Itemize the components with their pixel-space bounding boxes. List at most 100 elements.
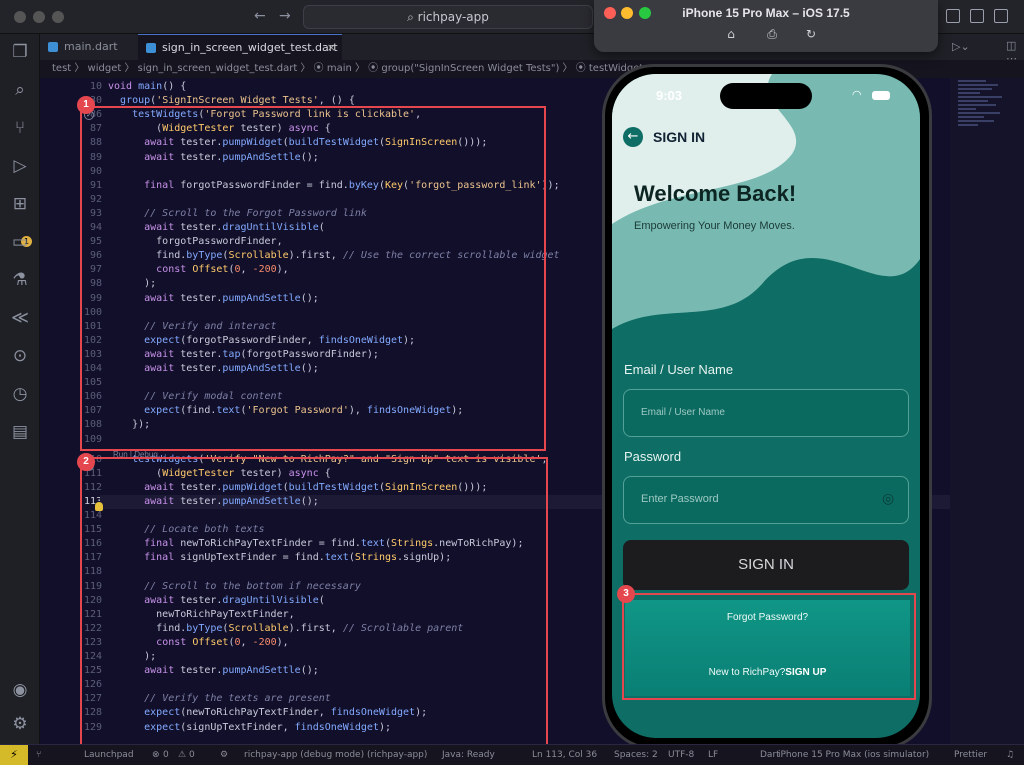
- code-line[interactable]: // Scroll to the bottom if necessary: [108, 580, 361, 594]
- tab-sign-in-test[interactable]: sign_in_screen_widget_test.dart ×: [138, 34, 342, 60]
- sign-up-link[interactable]: SIGN UP: [785, 667, 826, 678]
- home-icon[interactable]: ⌂: [724, 28, 738, 40]
- code-line[interactable]: await tester.pumpAndSettle();: [108, 664, 319, 678]
- testing-icon[interactable]: ⚗: [10, 270, 30, 290]
- zoom-window-button[interactable]: [52, 11, 64, 23]
- sign-in-button[interactable]: SIGN IN: [623, 540, 909, 590]
- rotate-icon[interactable]: ↻: [804, 28, 818, 40]
- command-center-search[interactable]: ⌕ richpay-app: [303, 5, 593, 29]
- code-line[interactable]: await tester.tap(forgotPasswordFinder);: [108, 348, 379, 362]
- code-line[interactable]: void main() {: [108, 80, 186, 94]
- code-line[interactable]: await tester.pumpAndSettle();: [108, 362, 319, 376]
- code-line[interactable]: expect(forgotPasswordFinder, findsOneWid…: [108, 334, 415, 348]
- timeline-icon[interactable]: ◷: [10, 384, 30, 404]
- code-line[interactable]: forgotPasswordFinder,: [108, 235, 282, 249]
- code-line[interactable]: final forgotPasswordFinder = find.byKey(…: [108, 179, 559, 193]
- code-line[interactable]: await tester.dragUntilVisible(: [108, 594, 325, 608]
- tab-label: main.dart: [64, 40, 118, 53]
- line-number: 119: [83, 580, 102, 592]
- code-line[interactable]: testWidgets('Forgot Password link is cli…: [108, 108, 421, 122]
- folder-icon[interactable]: ▤: [10, 422, 30, 442]
- code-line[interactable]: newToRichPayTextFinder,: [108, 608, 294, 622]
- code-line[interactable]: );: [108, 650, 156, 664]
- code-line[interactable]: // Verify the texts are present: [108, 692, 331, 706]
- code-line[interactable]: await tester.pumpAndSettle();: [108, 151, 319, 165]
- warning-icon[interactable]: ⚠: [178, 745, 186, 765]
- line-number: 121: [83, 608, 102, 620]
- code-line[interactable]: await tester.dragUntilVisible(: [108, 221, 325, 235]
- forward-arrow-icon[interactable]: →: [279, 8, 291, 24]
- tab-main-dart[interactable]: main.dart: [40, 34, 138, 60]
- screenshot-icon[interactable]: ⎙: [765, 28, 779, 40]
- account-icon[interactable]: ◉: [10, 680, 30, 700]
- extensions-icon[interactable]: ⊞: [10, 194, 30, 214]
- java-status[interactable]: Java: Ready: [442, 745, 495, 765]
- debug-session-status[interactable]: richpay-app (debug mode) (richpay-app): [244, 745, 427, 765]
- code-line[interactable]: // Verify modal content: [108, 390, 282, 404]
- code-line[interactable]: await tester.pumpWidget(buildTestWidget(…: [108, 136, 487, 150]
- eye-off-icon[interactable]: ◎: [882, 490, 894, 507]
- code-line[interactable]: (WidgetTester tester) async {: [108, 467, 331, 481]
- cursor-position[interactable]: Ln 113, Col 36: [532, 745, 597, 765]
- close-window-button[interactable]: [14, 11, 26, 23]
- error-icon[interactable]: ⊗: [152, 745, 160, 765]
- code-line[interactable]: expect(signUpTextFinder, findsOneWidget)…: [108, 721, 391, 735]
- line-number: 115: [83, 524, 102, 536]
- run-debug-codelens[interactable]: Run | Debug: [113, 450, 158, 459]
- email-field[interactable]: Email / User Name: [623, 389, 909, 437]
- lightbulb-icon[interactable]: [95, 502, 103, 511]
- remote-explorer-icon[interactable]: ▭: [10, 232, 30, 252]
- line-number: 120: [83, 594, 102, 606]
- toggle-panel-icon[interactable]: [970, 9, 984, 23]
- code-line[interactable]: );: [108, 277, 156, 291]
- code-line[interactable]: // Scroll to the Forgot Password link: [108, 207, 367, 221]
- launchpad-status[interactable]: Launchpad: [84, 745, 134, 765]
- language-mode[interactable]: Dart: [760, 745, 780, 765]
- annotation-badge-1: 1: [77, 96, 95, 114]
- source-control-icon[interactable]: ⑂: [10, 118, 30, 138]
- tab-label: sign_in_screen_widget_test.dart: [162, 41, 338, 54]
- forgot-password-link[interactable]: Forgot Password?: [625, 612, 910, 623]
- toggle-sidebar-icon[interactable]: [946, 9, 960, 23]
- code-line[interactable]: find.byType(Scrollable).first, // Scroll…: [108, 622, 463, 636]
- line-number: 129: [83, 721, 102, 733]
- remote-indicator-icon[interactable]: ⚡: [0, 745, 28, 765]
- explorer-icon[interactable]: ❐: [10, 42, 30, 62]
- flutter-icon[interactable]: ≪: [10, 308, 30, 328]
- code-line[interactable]: final signUpTextFinder = find.text(Strin…: [108, 551, 451, 565]
- git-graph-icon[interactable]: ⊙: [10, 346, 30, 366]
- code-line[interactable]: (WidgetTester tester) async {: [108, 122, 331, 136]
- code-line[interactable]: });: [108, 418, 150, 432]
- code-line[interactable]: await tester.pumpAndSettle();: [108, 292, 319, 306]
- line-number: 105: [83, 377, 102, 389]
- code-line[interactable]: const Offset(0, -200),: [108, 636, 289, 650]
- notifications-bell-icon[interactable]: ♫: [1006, 745, 1014, 765]
- run-debug-icon[interactable]: ▷: [10, 156, 30, 176]
- minimap[interactable]: [950, 78, 1024, 744]
- device-selector[interactable]: iPhone 15 Pro Max (ios simulator): [778, 745, 929, 765]
- code-line[interactable]: group('SignInScreen Widget Tests', () {: [108, 94, 355, 108]
- code-line[interactable]: testWidgets('Verify "New to RichPay?" an…: [108, 453, 547, 467]
- code-line[interactable]: find.byType(Scrollable).first, // Use th…: [108, 249, 559, 263]
- toggle-secondary-sidebar-icon[interactable]: [994, 9, 1008, 23]
- code-line[interactable]: expect(find.text('Forgot Password'), fin…: [108, 404, 463, 418]
- back-arrow-icon[interactable]: ←: [254, 8, 266, 24]
- search-icon[interactable]: ⌕: [10, 80, 30, 100]
- close-tab-icon[interactable]: ×: [327, 35, 336, 61]
- code-line[interactable]: expect(newToRichPayTextFinder, findsOneW…: [108, 706, 427, 720]
- code-line[interactable]: const Offset(0, -200),: [108, 263, 289, 277]
- indentation-status[interactable]: Spaces: 2: [614, 745, 658, 765]
- settings-gear-icon[interactable]: ⚙: [10, 714, 30, 734]
- code-line[interactable]: // Verify and interact: [108, 320, 276, 334]
- split-editor-icon[interactable]: ▷⌄: [952, 40, 970, 53]
- code-line[interactable]: await tester.pumpWidget(buildTestWidget(…: [108, 481, 487, 495]
- prettier-status[interactable]: Prettier: [954, 745, 987, 765]
- branch-icon[interactable]: ⑂: [36, 745, 41, 765]
- eol-status[interactable]: LF: [708, 745, 718, 765]
- code-line[interactable]: // Locate both texts: [108, 523, 264, 537]
- password-field[interactable]: Enter Password ◎: [623, 476, 909, 524]
- code-line[interactable]: final newToRichPayTextFinder = find.text…: [108, 537, 523, 551]
- minimize-window-button[interactable]: [33, 11, 45, 23]
- encoding-status[interactable]: UTF-8: [668, 745, 694, 765]
- back-button-icon[interactable]: ←: [623, 127, 643, 147]
